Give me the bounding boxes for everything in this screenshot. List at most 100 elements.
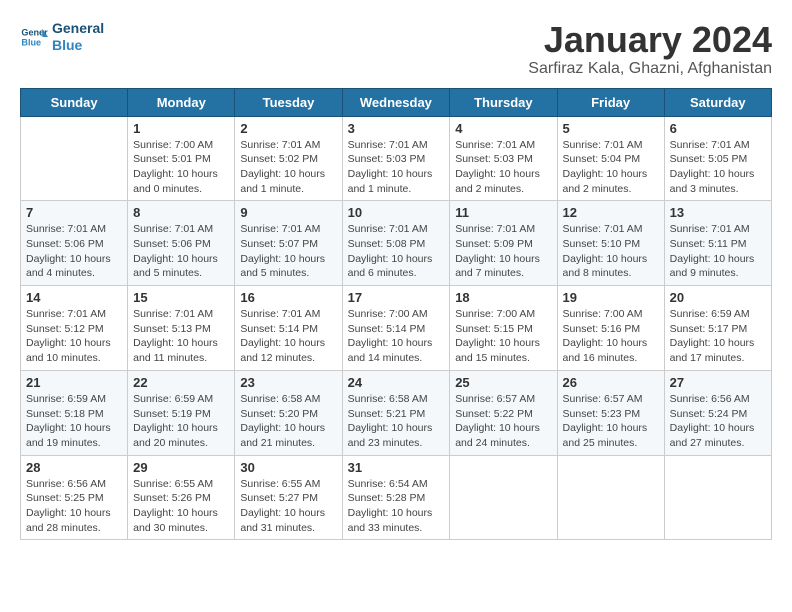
day-number: 15 — [133, 290, 229, 305]
calendar-day-cell: 4 Sunrise: 7:01 AM Sunset: 5:03 PM Daylig… — [450, 116, 557, 201]
day-info: Sunrise: 6:55 AM Sunset: 5:26 PM Dayligh… — [133, 477, 229, 536]
day-number: 27 — [670, 375, 766, 390]
calendar-day-cell: 30 Sunrise: 6:55 AM Sunset: 5:27 PM Dayli… — [235, 455, 342, 540]
day-info: Sunrise: 6:59 AM Sunset: 5:18 PM Dayligh… — [26, 392, 122, 451]
page-header: General Blue General Blue January 2024 S… — [20, 20, 772, 78]
day-number: 22 — [133, 375, 229, 390]
day-number: 10 — [348, 205, 445, 220]
day-number: 23 — [240, 375, 336, 390]
day-number: 20 — [670, 290, 766, 305]
day-number: 12 — [563, 205, 659, 220]
day-number: 3 — [348, 121, 445, 136]
day-info: Sunrise: 7:01 AM Sunset: 5:02 PM Dayligh… — [240, 138, 336, 197]
day-info: Sunrise: 7:01 AM Sunset: 5:06 PM Dayligh… — [26, 222, 122, 281]
calendar-day-cell: 17Sunrise: 7:00 AM Sunset: 5:14 PM Dayli… — [342, 286, 450, 371]
calendar-day-cell: 16 Sunrise: 7:01 AM Sunset: 5:14 PM Dayli… — [235, 286, 342, 371]
calendar-day-cell: 26 Sunrise: 6:57 AM Sunset: 5:23 PM Dayli… — [557, 370, 664, 455]
calendar-day-cell: 31Sunrise: 6:54 AM Sunset: 5:28 PM Dayli… — [342, 455, 450, 540]
day-number: 26 — [563, 375, 659, 390]
day-number: 7 — [26, 205, 122, 220]
calendar-day-cell: 9Sunrise: 7:01 AM Sunset: 5:07 PM Daylig… — [235, 201, 342, 286]
weekday-header-cell: Wednesday — [342, 88, 450, 116]
calendar-week-row: 7 Sunrise: 7:01 AM Sunset: 5:06 PM Daylig… — [21, 201, 772, 286]
logo-icon: General Blue — [20, 23, 48, 51]
day-info: Sunrise: 7:01 AM Sunset: 5:11 PM Dayligh… — [670, 222, 766, 281]
calendar-day-cell: 18 Sunrise: 7:00 AM Sunset: 5:15 PM Dayli… — [450, 286, 557, 371]
day-number: 17 — [348, 290, 445, 305]
calendar-week-row: 21 Sunrise: 6:59 AM Sunset: 5:18 PM Dayli… — [21, 370, 772, 455]
day-number: 28 — [26, 460, 122, 475]
calendar-week-row: 28 Sunrise: 6:56 AM Sunset: 5:25 PM Dayli… — [21, 455, 772, 540]
weekday-header-cell: Tuesday — [235, 88, 342, 116]
day-info: Sunrise: 7:01 AM Sunset: 5:06 PM Dayligh… — [133, 222, 229, 281]
calendar-day-cell — [21, 116, 128, 201]
day-number: 2 — [240, 121, 336, 136]
calendar-day-cell: 11 Sunrise: 7:01 AM Sunset: 5:09 PM Dayli… — [450, 201, 557, 286]
day-info: Sunrise: 7:00 AM Sunset: 5:16 PM Dayligh… — [563, 307, 659, 366]
calendar-day-cell: 2 Sunrise: 7:01 AM Sunset: 5:02 PM Daylig… — [235, 116, 342, 201]
day-info: Sunrise: 6:56 AM Sunset: 5:25 PM Dayligh… — [26, 477, 122, 536]
day-info: Sunrise: 7:00 AM Sunset: 5:01 PM Dayligh… — [133, 138, 229, 197]
logo: General Blue General Blue — [20, 20, 104, 54]
calendar-day-cell — [664, 455, 771, 540]
day-number: 18 — [455, 290, 551, 305]
day-info: Sunrise: 7:00 AM Sunset: 5:15 PM Dayligh… — [455, 307, 551, 366]
calendar-day-cell: 10 Sunrise: 7:01 AM Sunset: 5:08 PM Dayli… — [342, 201, 450, 286]
day-info: Sunrise: 6:58 AM Sunset: 5:20 PM Dayligh… — [240, 392, 336, 451]
calendar-table: SundayMondayTuesdayWednesdayThursdayFrid… — [20, 88, 772, 541]
logo-text: General Blue — [52, 20, 104, 54]
calendar-day-cell: 14Sunrise: 7:01 AM Sunset: 5:12 PM Dayli… — [21, 286, 128, 371]
calendar-day-cell: 20Sunrise: 6:59 AM Sunset: 5:17 PM Dayli… — [664, 286, 771, 371]
calendar-week-row: 1 Sunrise: 7:00 AM Sunset: 5:01 PM Daylig… — [21, 116, 772, 201]
day-number: 19 — [563, 290, 659, 305]
day-info: Sunrise: 7:01 AM Sunset: 5:09 PM Dayligh… — [455, 222, 551, 281]
day-number: 11 — [455, 205, 551, 220]
weekday-header-cell: Friday — [557, 88, 664, 116]
day-info: Sunrise: 7:01 AM Sunset: 5:14 PM Dayligh… — [240, 307, 336, 366]
day-number: 29 — [133, 460, 229, 475]
day-number: 1 — [133, 121, 229, 136]
calendar-day-cell: 7 Sunrise: 7:01 AM Sunset: 5:06 PM Daylig… — [21, 201, 128, 286]
calendar-day-cell: 3Sunrise: 7:01 AM Sunset: 5:03 PM Daylig… — [342, 116, 450, 201]
calendar-day-cell: 27 Sunrise: 6:56 AM Sunset: 5:24 PM Dayli… — [664, 370, 771, 455]
calendar-body: 1 Sunrise: 7:00 AM Sunset: 5:01 PM Daylig… — [21, 116, 772, 540]
calendar-day-cell: 1 Sunrise: 7:00 AM Sunset: 5:01 PM Daylig… — [128, 116, 235, 201]
day-info: Sunrise: 6:57 AM Sunset: 5:23 PM Dayligh… — [563, 392, 659, 451]
svg-text:Blue: Blue — [21, 37, 41, 47]
calendar-day-cell: 8Sunrise: 7:01 AM Sunset: 5:06 PM Daylig… — [128, 201, 235, 286]
day-info: Sunrise: 6:57 AM Sunset: 5:22 PM Dayligh… — [455, 392, 551, 451]
day-info: Sunrise: 7:01 AM Sunset: 5:08 PM Dayligh… — [348, 222, 445, 281]
day-info: Sunrise: 6:54 AM Sunset: 5:28 PM Dayligh… — [348, 477, 445, 536]
day-info: Sunrise: 7:01 AM Sunset: 5:04 PM Dayligh… — [563, 138, 659, 197]
day-info: Sunrise: 7:01 AM Sunset: 5:12 PM Dayligh… — [26, 307, 122, 366]
day-info: Sunrise: 6:59 AM Sunset: 5:19 PM Dayligh… — [133, 392, 229, 451]
day-info: Sunrise: 7:01 AM Sunset: 5:03 PM Dayligh… — [455, 138, 551, 197]
day-number: 30 — [240, 460, 336, 475]
title-block: January 2024 Sarfiraz Kala, Ghazni, Afgh… — [528, 20, 772, 78]
calendar-day-cell: 13Sunrise: 7:01 AM Sunset: 5:11 PM Dayli… — [664, 201, 771, 286]
calendar-day-cell: 24 Sunrise: 6:58 AM Sunset: 5:21 PM Dayli… — [342, 370, 450, 455]
day-info: Sunrise: 6:55 AM Sunset: 5:27 PM Dayligh… — [240, 477, 336, 536]
day-number: 25 — [455, 375, 551, 390]
day-number: 6 — [670, 121, 766, 136]
calendar-day-cell: 15Sunrise: 7:01 AM Sunset: 5:13 PM Dayli… — [128, 286, 235, 371]
calendar-day-cell: 19 Sunrise: 7:00 AM Sunset: 5:16 PM Dayli… — [557, 286, 664, 371]
day-info: Sunrise: 7:01 AM Sunset: 5:05 PM Dayligh… — [670, 138, 766, 197]
calendar-day-cell: 23 Sunrise: 6:58 AM Sunset: 5:20 PM Dayli… — [235, 370, 342, 455]
day-number: 24 — [348, 375, 445, 390]
weekday-header-cell: Sunday — [21, 88, 128, 116]
day-info: Sunrise: 6:56 AM Sunset: 5:24 PM Dayligh… — [670, 392, 766, 451]
day-number: 16 — [240, 290, 336, 305]
weekday-header-cell: Saturday — [664, 88, 771, 116]
weekday-header-cell: Monday — [128, 88, 235, 116]
calendar-title: January 2024 — [528, 20, 772, 60]
day-info: Sunrise: 6:58 AM Sunset: 5:21 PM Dayligh… — [348, 392, 445, 451]
day-number: 21 — [26, 375, 122, 390]
day-number: 5 — [563, 121, 659, 136]
calendar-day-cell: 28 Sunrise: 6:56 AM Sunset: 5:25 PM Dayli… — [21, 455, 128, 540]
day-number: 4 — [455, 121, 551, 136]
calendar-day-cell: 25 Sunrise: 6:57 AM Sunset: 5:22 PM Dayli… — [450, 370, 557, 455]
calendar-subtitle: Sarfiraz Kala, Ghazni, Afghanistan — [528, 60, 772, 78]
calendar-week-row: 14Sunrise: 7:01 AM Sunset: 5:12 PM Dayli… — [21, 286, 772, 371]
calendar-day-cell: 6 Sunrise: 7:01 AM Sunset: 5:05 PM Daylig… — [664, 116, 771, 201]
